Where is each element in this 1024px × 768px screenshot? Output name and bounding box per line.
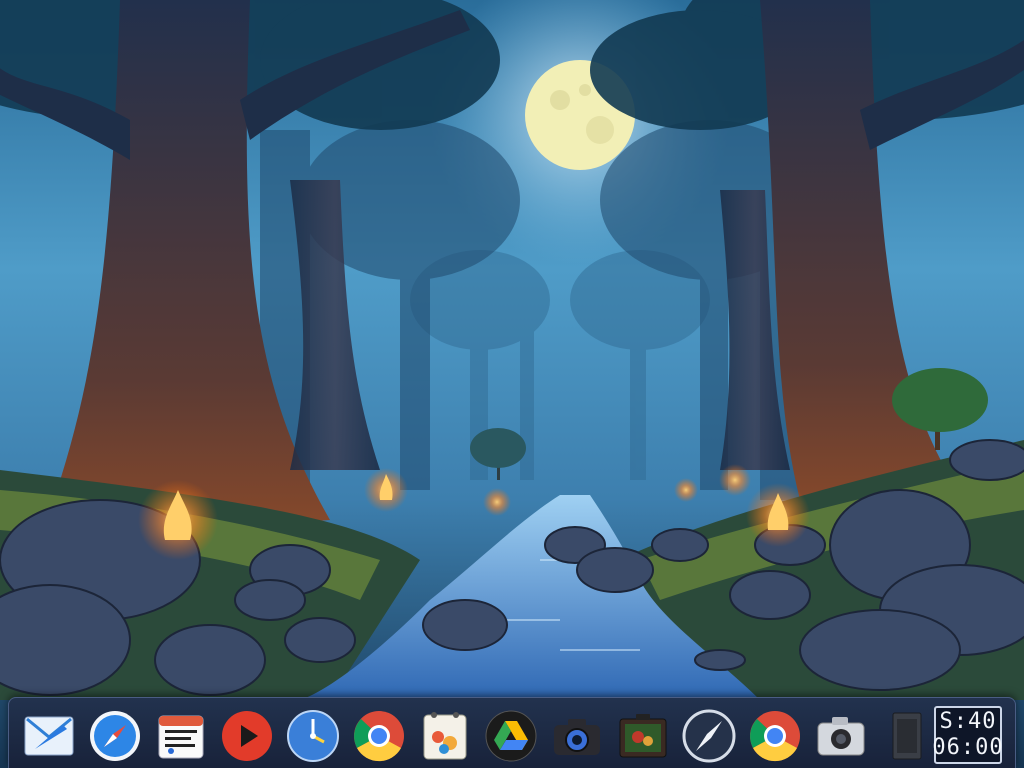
dock-item-compass[interactable] — [681, 708, 737, 764]
clock-icon — [287, 710, 339, 762]
calendar-icon — [158, 715, 204, 759]
dock-item-calendar[interactable] — [153, 708, 209, 764]
dock-item-clock[interactable] — [285, 708, 341, 764]
chrome-icon — [750, 711, 800, 762]
dock-item-mail[interactable] — [21, 708, 77, 764]
dock-item-camera[interactable] — [549, 708, 605, 764]
dock — [8, 697, 1016, 768]
notepad-icon — [423, 712, 467, 760]
compass-icon — [90, 711, 140, 761]
clock-line-1: S:40 — [939, 709, 997, 734]
dock-item-safari[interactable] — [87, 708, 143, 764]
device-icon — [892, 712, 922, 760]
dock-item-youtube[interactable] — [219, 708, 275, 764]
compass-dark-icon — [682, 709, 736, 763]
drive-icon — [485, 710, 537, 762]
clock-line-2: 06:00 — [932, 735, 1004, 760]
dock-item-chrome[interactable] — [351, 708, 407, 764]
chrome-icon — [354, 711, 404, 762]
mail-icon — [24, 716, 74, 756]
dock-item-photo-booth[interactable] — [615, 708, 671, 764]
camera-silver-icon — [817, 717, 865, 756]
dock-item-device[interactable] — [879, 708, 935, 764]
desktop-wallpaper — [0, 0, 1024, 768]
dock-item-chrome-2[interactable] — [747, 708, 803, 764]
dock-item-notes[interactable] — [417, 708, 473, 764]
play-icon — [222, 711, 272, 761]
camera-icon — [554, 719, 600, 755]
dock-item-screenshot[interactable] — [813, 708, 869, 764]
dock-clock: S:40 06:00 — [932, 706, 1004, 764]
photo-case-icon — [619, 714, 667, 758]
dock-item-drive[interactable] — [483, 708, 539, 764]
